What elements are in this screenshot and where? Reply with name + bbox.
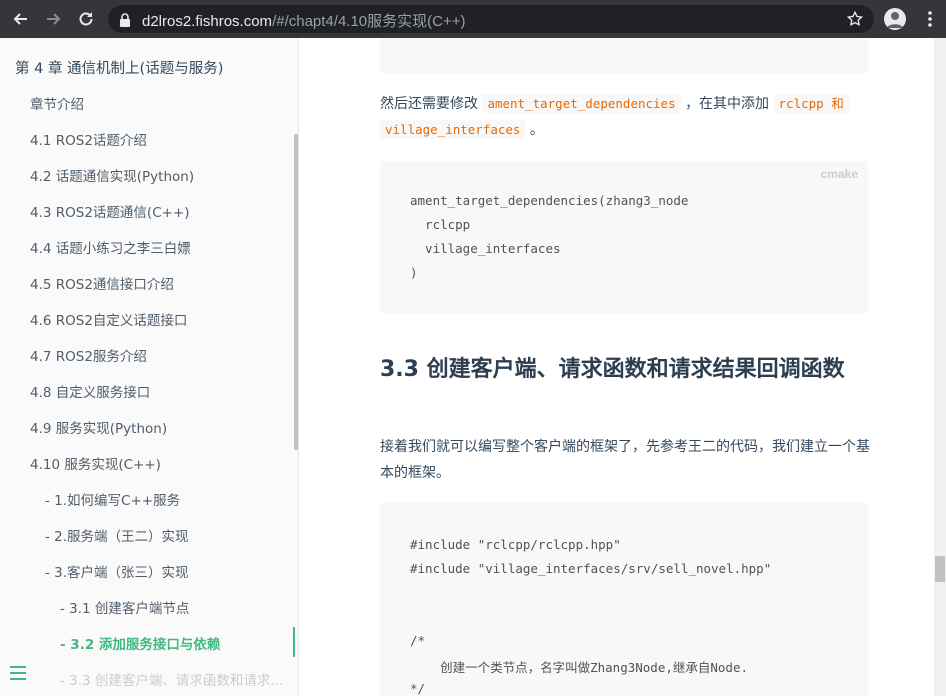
sidebar-subitem-3[interactable]: - 3.客户端（张三）实现 (45, 561, 189, 581)
forward-icon[interactable] (42, 8, 64, 30)
profile-avatar-icon[interactable] (884, 8, 906, 30)
code-line: ) (410, 265, 418, 280)
address-bar[interactable]: d2lros2.fishros.com/#/chapt4/4.10服务实现(C+… (108, 5, 874, 33)
code-line: /* (410, 633, 426, 648)
page-scrollbar-thumb[interactable] (935, 556, 945, 582)
sidebar-item-4-8[interactable]: 4.8 自定义服务接口 (30, 381, 150, 401)
sidebar: 第 4 章 通信机制上(话题与服务) 章节介绍 4.1 ROS2话题介绍 4.2… (0, 38, 299, 696)
sidebar-subitem-2[interactable]: - 2.服务端（王二）实现 (45, 525, 189, 545)
code-block-previous (380, 38, 868, 73)
sidebar-item-4-9[interactable]: 4.9 服务实现(Python) (30, 417, 167, 437)
paragraph-client-framework: 接着我们就可以编写整个客户端的框架了，先参考王二的代码，我们建立一个基本的框架。 (380, 439, 870, 481)
sidebar-item-4-3[interactable]: 4.3 ROS2话题通信(C++) (30, 201, 190, 221)
code-line: village_interfaces (410, 241, 561, 256)
sidebar-item-chapter-intro[interactable]: 章节介绍 (30, 93, 84, 113)
main-content: 然后还需要修改 ament_target_dependencies ，在其中添加… (300, 38, 946, 696)
code-block-cmake: cmake ament_target_dependencies(zhang3_n… (380, 161, 868, 313)
sidebar-subitem-1[interactable]: - 1.如何编写C++服务 (45, 489, 180, 509)
code-block-cpp: #include "rclcpp/rclcpp.hpp" #include "v… (380, 503, 868, 696)
sidebar-item-4-2[interactable]: 4.2 话题通信实现(Python) (30, 165, 194, 185)
sidebar-item-4-7[interactable]: 4.7 ROS2服务介绍 (30, 345, 147, 365)
code-line: #include "village_interfaces/srv/sell_no… (410, 561, 772, 576)
reload-icon[interactable] (75, 8, 97, 30)
hamburger-menu-icon[interactable] (10, 665, 26, 680)
url-text[interactable]: d2lros2.fishros.com/#/chapt4/4.10服务实现(C+… (142, 10, 465, 31)
bookmark-star-icon[interactable] (846, 10, 864, 32)
page-scrollbar-track[interactable] (934, 38, 946, 696)
lock-icon (119, 12, 131, 31)
section-heading-3-3: 3.3 创建客户端、请求函数和请求结果回调函数 (380, 357, 845, 382)
inline-code-ament: ament_target_dependencies (482, 94, 681, 113)
code-line: #include "rclcpp/rclcpp.hpp" (410, 537, 621, 552)
sidebar-item-4-5[interactable]: 4.5 ROS2通信接口介绍 (30, 273, 174, 293)
sidebar-item-4-4[interactable]: 4.4 话题小练习之李三白嫖 (30, 237, 191, 257)
code-line: */ (410, 681, 426, 696)
code-language-label: cmake (820, 167, 858, 181)
code-line: ament_target_dependencies(zhang3_node (410, 193, 689, 208)
more-menu-icon[interactable] (920, 9, 940, 29)
sidebar-subitem-3-2-active[interactable]: - 3.2 添加服务接口与依赖 (60, 633, 220, 653)
inline-code-village: village_interfaces (380, 120, 526, 139)
inline-code-rclcpp: rclcpp 和 (773, 94, 849, 113)
sidebar-item-4-6[interactable]: 4.6 ROS2自定义话题接口 (30, 309, 187, 329)
browser-toolbar: d2lros2.fishros.com/#/chapt4/4.10服务实现(C+… (0, 0, 946, 38)
active-indicator (293, 627, 295, 657)
code-line: rclcpp (410, 217, 471, 232)
sidebar-item-4-1[interactable]: 4.1 ROS2话题介绍 (30, 129, 147, 149)
sidebar-subitem-3-3[interactable]: - 3.3 创建客户端、请求函数和请求... (60, 669, 283, 689)
code-line: 创建一个类节点，名字叫做Zhang3Node,继承自Node. (410, 660, 749, 675)
paragraph-dependencies: 然后还需要修改 ament_target_dependencies ，在其中添加… (380, 91, 870, 143)
sidebar-chapter-title[interactable]: 第 4 章 通信机制上(话题与服务) (15, 57, 223, 78)
sidebar-subitem-3-1[interactable]: - 3.1 创建客户端节点 (60, 597, 189, 617)
sidebar-scrollbar[interactable] (294, 134, 298, 450)
sidebar-item-4-10[interactable]: 4.10 服务实现(C++) (30, 453, 161, 473)
back-icon[interactable] (10, 8, 32, 30)
